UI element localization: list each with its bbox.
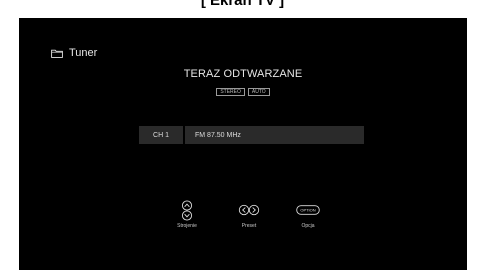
- option-label: Opcja: [301, 223, 315, 229]
- preset-label: Preset: [241, 223, 257, 229]
- folder-icon: [51, 49, 63, 58]
- source-label: Tuner: [69, 47, 98, 59]
- frequency-value: FM 87.50 MHz: [195, 131, 241, 139]
- channel-row: CH 1 FM 87.50 MHz: [139, 126, 364, 144]
- channel-label: CH 1: [139, 126, 183, 144]
- tuning-label: Strojenie: [177, 223, 197, 229]
- preset-control[interactable]: Preset: [234, 198, 264, 229]
- stereo-badge: STEREO: [216, 88, 245, 96]
- status-badges: STEREO AUTO: [19, 88, 467, 96]
- tv-screen: Tuner TERAZ ODTWARZANE STEREO AUTO CH 1 …: [19, 18, 467, 270]
- option-button-text: OPTION: [300, 207, 315, 212]
- option-control[interactable]: OPTION Opcja: [293, 198, 323, 229]
- source-indicator: Tuner: [51, 46, 97, 60]
- frequency-display: FM 87.50 MHz: [185, 126, 364, 144]
- left-right-arrows-icon: [238, 204, 260, 216]
- option-button-icon: OPTION: [296, 205, 320, 215]
- now-playing-title: TERAZ ODTWARZANE: [183, 68, 303, 80]
- screen-caption: [ Ekran TV ]: [200, 0, 285, 9]
- up-down-arrows-icon: [181, 199, 193, 221]
- auto-badge: AUTO: [247, 88, 270, 96]
- tuning-control[interactable]: Strojenie: [172, 198, 202, 229]
